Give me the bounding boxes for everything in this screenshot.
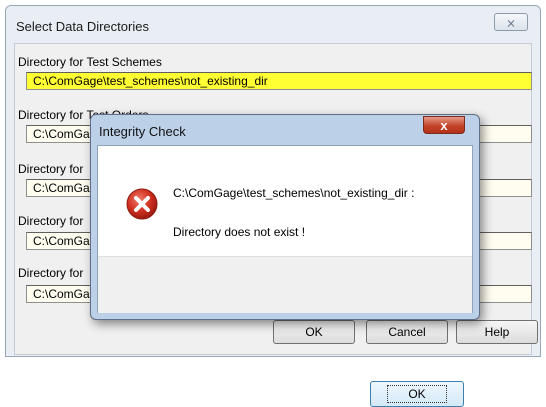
label-directory-3: Directory for xyxy=(18,162,84,176)
error-icon xyxy=(126,188,158,220)
label-test-schemes: Directory for Test Schemes xyxy=(18,55,162,69)
dialog-ok-label: OK xyxy=(387,385,447,403)
help-button[interactable]: Help xyxy=(456,320,538,344)
field-test-schemes[interactable]: C:\ComGage\test_schemes\not_existing_dir xyxy=(26,72,532,90)
dialog-ok-button[interactable]: OK xyxy=(370,381,464,407)
cancel-button[interactable]: Cancel xyxy=(366,320,448,344)
dialog-title: Integrity Check xyxy=(99,124,186,139)
window-title: Select Data Directories xyxy=(16,19,149,34)
label-directory-5: Directory for xyxy=(18,266,84,280)
dialog-close-button[interactable]: x xyxy=(423,116,465,134)
dialog-message-text: Directory does not exist ! xyxy=(173,225,306,239)
label-directory-4: Directory for xyxy=(18,214,84,228)
dialog-body: C:\ComGage\test_schemes\not_existing_dir… xyxy=(97,145,473,407)
dialog-footer: OK xyxy=(98,256,472,407)
integrity-check-dialog: Integrity Check x C:\ComGage\test_scheme… xyxy=(90,114,480,407)
ok-button[interactable]: OK xyxy=(273,320,355,344)
window-close-button[interactable]: ⨯ xyxy=(494,13,528,31)
dialog-path-text: C:\ComGage\test_schemes\not_existing_dir… xyxy=(173,186,415,200)
